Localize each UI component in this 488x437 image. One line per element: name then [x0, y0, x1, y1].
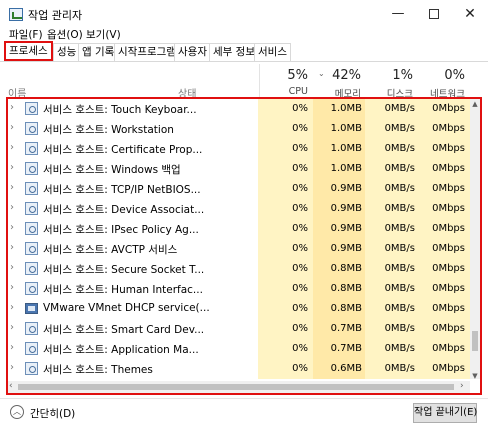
memory-total[interactable]: 42% — [311, 68, 361, 83]
tab-users[interactable]: 사용자 — [174, 43, 211, 61]
maximize-icon — [429, 8, 439, 19]
column-header: 이름 상태 5% CPU ⌄ 42% 메모리 1% 디스크 0% 네트워크 — [0, 64, 488, 100]
tab-processes[interactable]: 프로세스 — [4, 41, 53, 61]
close-button[interactable]: ✕ — [452, 0, 488, 28]
task-manager-icon — [9, 8, 23, 21]
menu-view[interactable]: 보기(V) — [86, 27, 121, 42]
window-title: 작업 관리자 — [28, 9, 83, 22]
highlight-frame — [6, 97, 482, 395]
menu-options[interactable]: 옵션(O) — [47, 27, 83, 42]
menu-file[interactable]: 파일(F) — [9, 27, 43, 42]
minimize-button[interactable]: — — [380, 0, 416, 28]
network-total[interactable]: 0% — [415, 68, 465, 83]
fewer-details-button[interactable]: 간단히(D) — [30, 406, 75, 421]
tab-performance[interactable]: 성능 — [53, 43, 81, 61]
tab-startup[interactable]: 시작프로그램 — [114, 43, 180, 61]
maximize-button[interactable] — [416, 0, 452, 28]
tab-divider — [0, 61, 488, 62]
title-bar: 작업 관리자 — ✕ — [0, 0, 488, 28]
cpu-total[interactable]: 5% — [258, 68, 308, 83]
footer-divider — [0, 398, 488, 399]
tab-details[interactable]: 세부 정보 — [209, 43, 259, 61]
tab-services[interactable]: 서비스 — [254, 43, 291, 61]
disk-total[interactable]: 1% — [363, 68, 413, 83]
tab-app-history[interactable]: 앱 기록 — [78, 43, 119, 61]
collapse-icon[interactable]: ︿ — [10, 405, 24, 419]
cpu-header[interactable]: CPU — [258, 86, 308, 97]
end-task-button[interactable]: 작업 끝내기(E) — [413, 403, 477, 423]
